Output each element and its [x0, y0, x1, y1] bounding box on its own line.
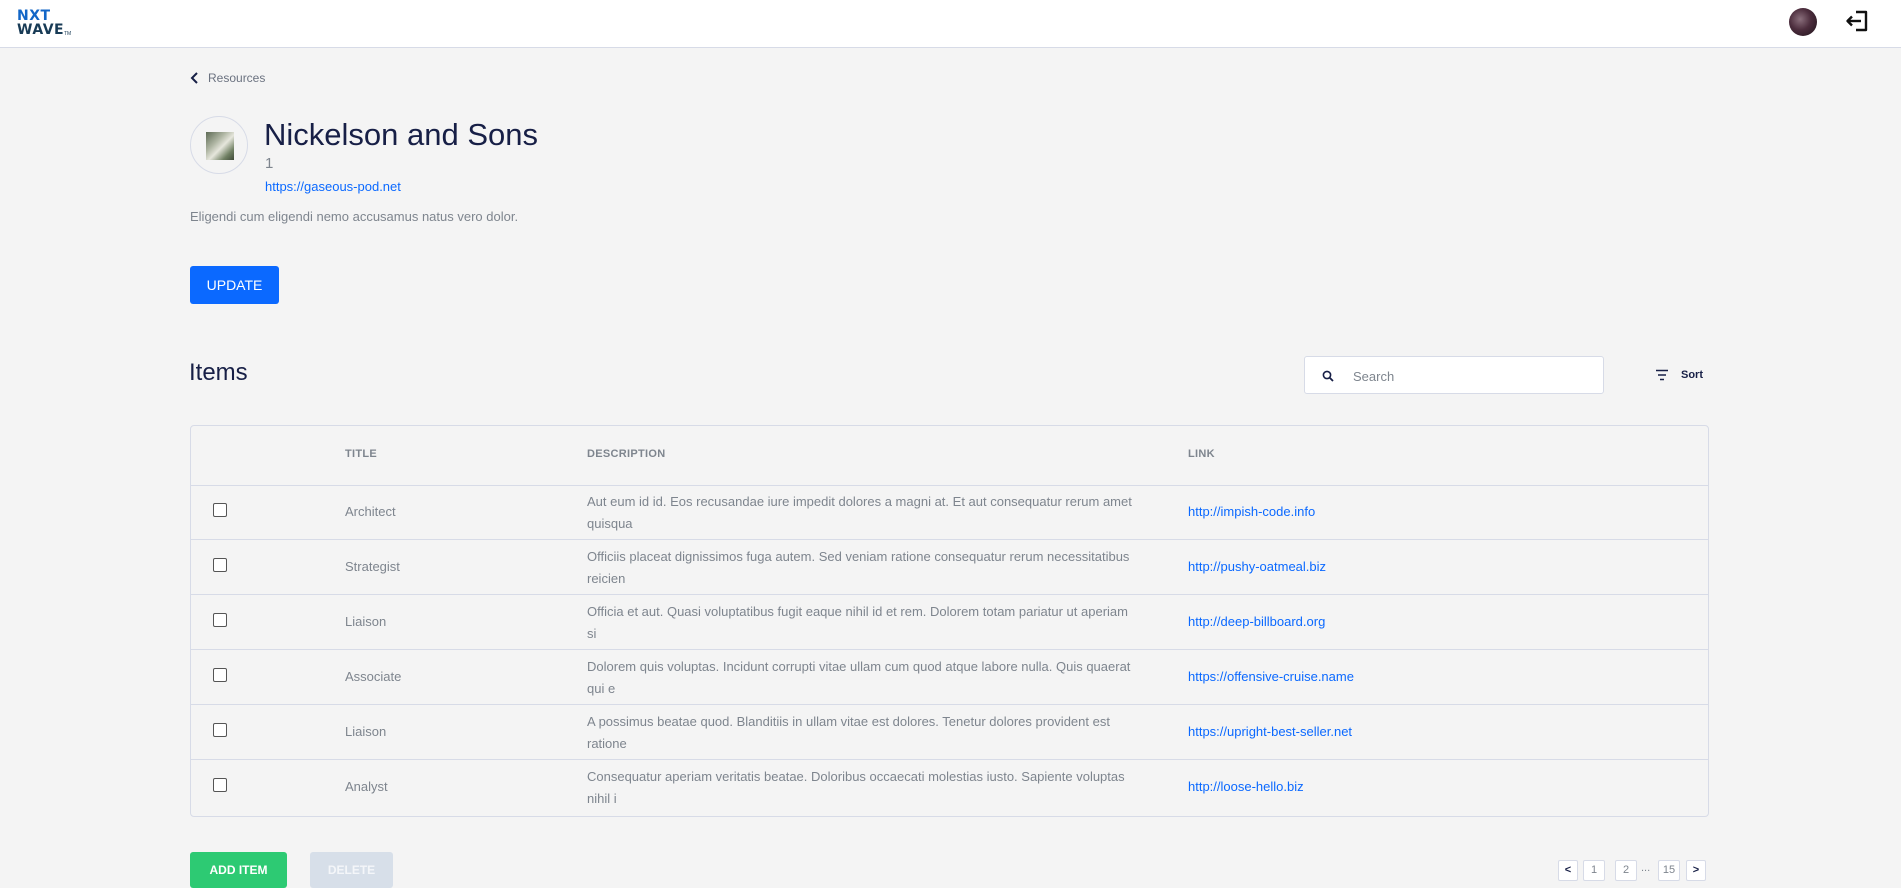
user-avatar[interactable]	[1789, 8, 1817, 36]
delete-button[interactable]: DELETE	[310, 852, 393, 888]
row-description: Consequatur aperiam veritatis beatae. Do…	[587, 769, 1125, 806]
row-checkbox[interactable]	[213, 558, 227, 572]
table-header: TITLE DESCRIPTION LINK	[191, 426, 1708, 486]
update-button[interactable]: UPDATE	[190, 266, 279, 304]
row-title: Associate	[345, 669, 402, 684]
row-title: Liaison	[345, 614, 387, 629]
sort-label: Sort	[1681, 369, 1703, 381]
logo-line-2: WAVE	[17, 22, 65, 38]
pagination-page-button[interactable]: 2	[1615, 860, 1637, 881]
resource-link[interactable]: https://gaseous-pod.net	[265, 179, 401, 194]
pagination-page-button[interactable]: 1	[1583, 860, 1605, 881]
row-title: Analyst	[345, 779, 388, 794]
pagination-next-button[interactable]: >	[1686, 860, 1706, 881]
logo-trademark: TM	[64, 31, 72, 37]
nxtwave-logo[interactable]: NXT WAVE TM	[17, 7, 77, 39]
row-checkbox[interactable]	[213, 613, 227, 627]
search-box	[1304, 356, 1604, 394]
row-link[interactable]: http://deep-billboard.org	[1188, 614, 1325, 629]
row-description: Officiis placeat dignissimos fuga autem.…	[587, 549, 1130, 586]
search-input[interactable]	[1351, 365, 1595, 387]
search-icon	[1322, 370, 1334, 382]
row-description: Dolorem quis voluptas. Incidunt corrupti…	[587, 659, 1131, 696]
row-title: Strategist	[345, 559, 400, 574]
row-link[interactable]: http://pushy-oatmeal.biz	[1188, 559, 1326, 574]
row-checkbox[interactable]	[213, 668, 227, 682]
row-title: Liaison	[345, 724, 387, 739]
column-header-description: DESCRIPTION	[587, 448, 666, 460]
pagination-prev-button[interactable]: <	[1558, 860, 1578, 881]
items-table: TITLE DESCRIPTION LINK Architect Aut eum…	[190, 425, 1709, 817]
logo-line-1: NXT	[17, 8, 51, 24]
row-checkbox[interactable]	[213, 778, 227, 792]
table-row: Associate Dolorem quis voluptas. Incidun…	[191, 650, 1708, 705]
table-row: Liaison A possimus beatae quod. Blanditi…	[191, 705, 1708, 760]
pagination-last-page-button[interactable]: 15	[1658, 860, 1680, 881]
column-header-title: TITLE	[345, 448, 378, 460]
resource-title: Nickelson and Sons	[264, 117, 538, 152]
back-to-resources-link[interactable]: Resources	[189, 70, 265, 86]
resource-description: Eligendi cum eligendi nemo accusamus nat…	[190, 209, 519, 224]
resource-thumbnail	[206, 132, 234, 160]
column-header-link: LINK	[1188, 448, 1215, 460]
table-row: Architect Aut eum id id. Eos recusandae …	[191, 485, 1708, 540]
table-row: Liaison Officia et aut. Quasi voluptatib…	[191, 595, 1708, 650]
row-title: Architect	[345, 504, 396, 519]
resource-count: 1	[265, 155, 274, 172]
table-row: Strategist Officiis placeat dignissimos …	[191, 540, 1708, 595]
chevron-left-icon	[190, 72, 198, 84]
row-checkbox[interactable]	[213, 503, 227, 517]
row-link[interactable]: http://loose-hello.biz	[1188, 779, 1304, 794]
table-row: Analyst Consequatur aperiam veritatis be…	[191, 760, 1708, 815]
row-checkbox[interactable]	[213, 723, 227, 737]
add-item-button[interactable]: ADD ITEM	[190, 852, 287, 888]
logout-button[interactable]	[1844, 7, 1872, 35]
resource-logo	[190, 116, 248, 174]
sort-button[interactable]: Sort	[1655, 366, 1703, 384]
top-navbar: NXT WAVE TM	[0, 0, 1901, 48]
row-description: A possimus beatae quod. Blanditiis in ul…	[587, 714, 1110, 751]
row-link[interactable]: https://upright-best-seller.net	[1188, 724, 1352, 739]
pagination-ellipsis: ...	[1641, 862, 1651, 874]
row-description: Aut eum id id. Eos recusandae iure imped…	[587, 494, 1132, 531]
logout-icon	[1846, 10, 1868, 32]
items-heading: Items	[189, 359, 248, 386]
row-description: Officia et aut. Quasi voluptatibus fugit…	[587, 604, 1128, 641]
row-link[interactable]: https://offensive-cruise.name	[1188, 669, 1354, 684]
row-link[interactable]: http://impish-code.info	[1188, 504, 1315, 519]
back-link-label: Resources	[208, 71, 266, 85]
sort-icon	[1656, 369, 1668, 381]
